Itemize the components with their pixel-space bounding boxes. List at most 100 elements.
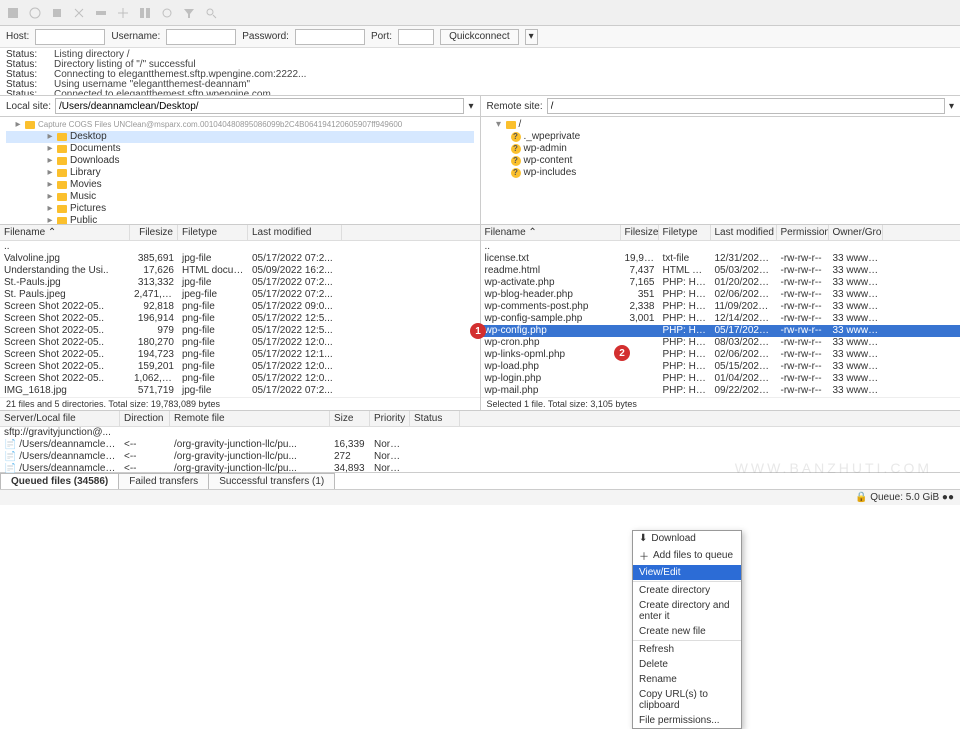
- sync-icon[interactable]: [160, 6, 174, 20]
- table-row[interactable]: wp-config-sample.php3,001PHP: Hype...12/…: [481, 313, 960, 325]
- download-icon: ⬇: [639, 533, 647, 544]
- tree-item[interactable]: ?wp-content: [487, 155, 955, 167]
- column-header[interactable]: Status: [410, 411, 460, 426]
- host-input[interactable]: [35, 29, 105, 45]
- column-header[interactable]: Filetype: [178, 225, 248, 240]
- table-row[interactable]: ..: [481, 241, 960, 253]
- table-row[interactable]: Screen Shot 2022-05..194,723png-file05/1…: [0, 349, 480, 361]
- sitemanager-icon[interactable]: [6, 6, 20, 20]
- column-header[interactable]: Last modified: [711, 225, 777, 240]
- table-row[interactable]: IMG_1618.jpg571,719jpg-file05/17/2022 07…: [0, 385, 480, 397]
- compare-icon[interactable]: [138, 6, 152, 20]
- table-row[interactable]: wp-links-opml.phpPHP: Hype...02/06/2020 …: [481, 349, 960, 361]
- remote-site-input[interactable]: [547, 98, 945, 114]
- table-row[interactable]: sftp://gravityjunction@...: [0, 427, 960, 439]
- column-header[interactable]: Remote file: [170, 411, 330, 426]
- context-menu-item[interactable]: View/Edit: [633, 565, 741, 580]
- queue-tab[interactable]: Successful transfers (1): [208, 473, 335, 489]
- table-row[interactable]: wp-cron.phpPHP: Hype...08/03/2021 1...-r…: [481, 337, 960, 349]
- context-menu-item[interactable]: Create new file: [633, 624, 741, 639]
- local-site-input[interactable]: [55, 98, 464, 114]
- password-input[interactable]: [295, 29, 365, 45]
- table-row[interactable]: wp-mail.phpPHP: Hype...09/22/2021 1...-r…: [481, 385, 960, 397]
- column-header[interactable]: Last modified: [248, 225, 342, 240]
- table-row[interactable]: wp-load.phpPHP: Hype...05/15/2021 1...-r…: [481, 361, 960, 373]
- table-row[interactable]: license.txt19,915txt-file12/31/2021 1...…: [481, 253, 960, 265]
- context-menu[interactable]: ⬇Download＋Add files to queueView/Edit Cre…: [632, 530, 742, 729]
- column-header[interactable]: Filesize: [130, 225, 178, 240]
- tree-item[interactable]: ▾/: [487, 119, 955, 131]
- context-menu-item[interactable]: Create directory: [633, 583, 741, 598]
- remote-rows[interactable]: ..license.txt19,915txt-file12/31/2021 1.…: [481, 241, 960, 397]
- table-row[interactable]: wp-login.phpPHP: Hype...01/04/2022 0...-…: [481, 373, 960, 385]
- local-tree[interactable]: ▸Capture COGS Files UNClean@msparx.com.0…: [0, 117, 481, 224]
- context-menu-item[interactable]: Refresh: [633, 642, 741, 657]
- context-menu-item[interactable]: File permissions...: [633, 713, 741, 728]
- table-row[interactable]: ..: [0, 241, 480, 253]
- quickconnect-dropdown[interactable]: ▾: [525, 29, 538, 45]
- quickconnect-button[interactable]: Quickconnect: [440, 29, 519, 45]
- tree-item[interactable]: ▸Music: [6, 191, 474, 203]
- table-row[interactable]: Screen Shot 2022-05..1,062,663png-file05…: [0, 373, 480, 385]
- table-row[interactable]: readme.html7,437HTML do...05/03/2022 1..…: [481, 265, 960, 277]
- remote-tree[interactable]: ▾/?._wpeprivate?wp-admin?wp-content?wp-i…: [481, 117, 960, 224]
- file-lists: Filename ⌃FilesizeFiletypeLast modified …: [0, 225, 960, 411]
- filter-icon[interactable]: [182, 6, 196, 20]
- reconnect-icon[interactable]: [116, 6, 130, 20]
- table-row[interactable]: Screen Shot 2022-05..180,270png-file05/1…: [0, 337, 480, 349]
- tree-item[interactable]: ▸Documents: [6, 143, 474, 155]
- tree-item[interactable]: ?wp-admin: [487, 143, 955, 155]
- table-row[interactable]: Valvoline.jpg385,691jpg-file05/17/2022 0…: [0, 253, 480, 265]
- port-label: Port:: [371, 31, 392, 42]
- disconnect-icon[interactable]: [94, 6, 108, 20]
- column-header[interactable]: Permissions: [777, 225, 829, 240]
- table-row[interactable]: wp-activate.php7,165PHP: Hype...01/20/20…: [481, 277, 960, 289]
- context-menu-item[interactable]: Copy URL(s) to clipboard: [633, 687, 741, 713]
- table-row[interactable]: Screen Shot 2022-05..196,914png-file05/1…: [0, 313, 480, 325]
- column-header[interactable]: Filetype: [659, 225, 711, 240]
- tree-item[interactable]: ▸Movies: [6, 179, 474, 191]
- tree-item[interactable]: ?._wpeprivate: [487, 131, 955, 143]
- column-header[interactable]: Filename ⌃: [0, 225, 130, 240]
- column-header[interactable]: Priority: [370, 411, 410, 426]
- table-row[interactable]: wp-config.phpPHP: Hype...05/17/2022 1...…: [481, 325, 960, 337]
- table-row[interactable]: Screen Shot 2022-05..159,201png-file05/1…: [0, 361, 480, 373]
- tree-item[interactable]: ▸Pictures: [6, 203, 474, 215]
- context-menu-item[interactable]: ⬇Download: [633, 531, 741, 546]
- table-row[interactable]: 📄 /Users/deannamclean/...<--/org-gravity…: [0, 439, 960, 451]
- column-header[interactable]: Server/Local file: [0, 411, 120, 426]
- table-row[interactable]: wp-comments-post.php2,338PHP: Hype...11/…: [481, 301, 960, 313]
- username-input[interactable]: [166, 29, 236, 45]
- context-menu-item[interactable]: Delete: [633, 657, 741, 672]
- column-header[interactable]: Size: [330, 411, 370, 426]
- table-row[interactable]: Understanding the Usi..17,626HTML docume…: [0, 265, 480, 277]
- context-menu-item[interactable]: Rename: [633, 672, 741, 687]
- process-icon[interactable]: [50, 6, 64, 20]
- column-header[interactable]: Filesize: [621, 225, 659, 240]
- table-row[interactable]: wp-blog-header.php351PHP: Hype...02/06/2…: [481, 289, 960, 301]
- tree-item[interactable]: ▸Public: [6, 215, 474, 224]
- table-row[interactable]: Screen Shot 2022-05..92,818png-file05/17…: [0, 301, 480, 313]
- table-row[interactable]: Screen Shot 2022-05..979png-file05/17/20…: [0, 325, 480, 337]
- tree-item[interactable]: ▸Desktop: [6, 131, 474, 143]
- table-row[interactable]: St. Pauls.jpeg2,471,152jpeg-file05/17/20…: [0, 289, 480, 301]
- column-header[interactable]: Filename ⌃: [481, 225, 621, 240]
- search-icon[interactable]: [204, 6, 218, 20]
- refresh-icon[interactable]: [28, 6, 42, 20]
- column-header[interactable]: Direction: [120, 411, 170, 426]
- table-row[interactable]: St.-Pauls.jpg313,332jpg-file05/17/2022 0…: [0, 277, 480, 289]
- queue-tab[interactable]: Failed transfers: [118, 473, 209, 489]
- port-input[interactable]: [398, 29, 434, 45]
- directory-trees: ▸Capture COGS Files UNClean@msparx.com.0…: [0, 117, 960, 225]
- tree-item[interactable]: ▸Library: [6, 167, 474, 179]
- tree-item[interactable]: ▸Downloads: [6, 155, 474, 167]
- local-site-dropdown[interactable]: ▾: [468, 101, 473, 112]
- context-menu-item[interactable]: Create directory and enter it: [633, 598, 741, 624]
- local-rows[interactable]: ..Valvoline.jpg385,691jpg-file05/17/2022…: [0, 241, 480, 397]
- cancel-icon[interactable]: [72, 6, 86, 20]
- column-header[interactable]: Owner/Group: [829, 225, 883, 240]
- remote-site-dropdown[interactable]: ▾: [949, 101, 954, 112]
- queue-tab[interactable]: Queued files (34586): [0, 473, 119, 489]
- tree-item[interactable]: ?wp-includes: [487, 167, 955, 179]
- context-menu-item[interactable]: ＋Add files to queue: [633, 546, 741, 565]
